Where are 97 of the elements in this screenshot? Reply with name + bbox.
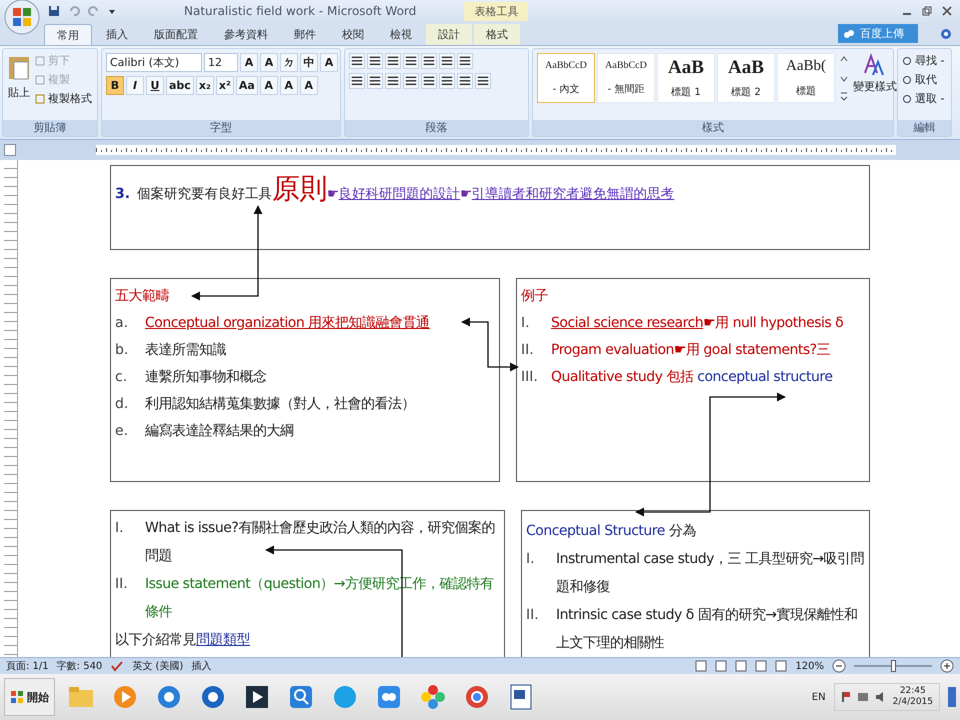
start-button[interactable]: 開始 [4, 678, 55, 716]
paragraph-text: 以下介紹常見問題類型 [115, 631, 250, 650]
style-item[interactable]: AaBbCcD - 內文 [537, 53, 595, 103]
ribbon-tab[interactable]: 郵件 [282, 24, 328, 45]
paragraph-text: 連繫所知事物和概念 [145, 368, 266, 387]
list-marker: I. [526, 550, 536, 569]
paragraph-text: Intrinsic case study δ 固有的研究→實現保離性和上文下理的相關性 [556, 606, 858, 653]
list-marker: 3. [115, 185, 132, 204]
zoom-in-icon[interactable] [940, 659, 954, 673]
editing-button[interactable]: 選取 - [902, 91, 944, 106]
align-left-icon[interactable] [349, 73, 365, 89]
language-indicator[interactable]: EN [812, 692, 826, 702]
ribbon-tab[interactable]: 常用 [44, 24, 92, 45]
justify-icon[interactable] [403, 73, 419, 89]
style-item[interactable]: AaBb( 標題 [777, 53, 835, 103]
ribbon-tab[interactable]: 檢視 [378, 24, 424, 45]
arrow-connector [461, 317, 519, 372]
paragraph-text: What is issue?有關社會歷史政治人類的內容，研究個案的問題 [145, 519, 496, 566]
list-marker: b. [115, 341, 130, 360]
insert-mode[interactable]: 插入 [191, 659, 212, 673]
font-tool-button[interactable]: x² [216, 76, 234, 95]
group-label: 剪貼簿 [3, 120, 97, 136]
font-tool-button[interactable]: abc [166, 76, 194, 95]
word-count: 字數: 540 [56, 660, 102, 673]
font-tool-button[interactable]: x₂ [196, 76, 214, 95]
ribbon-tab[interactable]: 插入 [94, 24, 140, 45]
style-item[interactable]: AaBbCcD - 無間距 [597, 53, 655, 103]
ruler-toggle-icon[interactable] [4, 144, 16, 156]
ribbon-tab[interactable]: 格式 [474, 24, 520, 45]
clipboard-button[interactable]: 複製格式 [35, 91, 92, 106]
font-tool-button[interactable]: A [260, 76, 278, 95]
paragraph-text: Conceptual Structure 分為 [526, 522, 696, 541]
styles-letters-icon[interactable] [863, 53, 887, 77]
paragraph-text: 表達所需知識 [145, 341, 226, 360]
font-tool-button[interactable]: A [240, 53, 258, 72]
list-marker: d. [115, 395, 130, 414]
group-label: 段落 [345, 120, 528, 136]
paragraph-text: Instrumental case study，三 工具型研究→吸引問題和修復 [556, 550, 865, 597]
paste-button[interactable]: 貼上 [7, 53, 31, 100]
list-marker: a. [115, 314, 130, 333]
horizontal-ruler[interactable] [96, 145, 896, 155]
ribbon-tab[interactable]: 版面配置 [142, 24, 210, 45]
ribbon-tab[interactable]: 參考資料 [212, 24, 280, 45]
paragraph-text: 利用認知結構蒐集數據（對人，社會的看法） [145, 395, 415, 414]
font-tool-button[interactable]: A [300, 76, 318, 95]
list-marker: e. [115, 422, 130, 441]
list-marker: c. [115, 368, 128, 387]
clock-date: 2/4/2015 [892, 697, 933, 708]
group-label: 編輯 [898, 120, 951, 136]
paragraph-text: 編寫表達詮釋結果的大綱 [145, 422, 294, 441]
windows-logo-icon[interactable] [10, 690, 24, 704]
font-tool-button[interactable]: U [146, 76, 164, 95]
paragraph-text: Social science research☛用 null hypothesis δ [551, 314, 844, 333]
font-size-field[interactable]: 12 [204, 53, 238, 72]
paragraph-text: 個案研究要有良好工具原則☛良好科研問題的設計☛引導讀者和研究者避免無謂的思考 [137, 178, 674, 205]
context-tab-group: 表格工具 [464, 2, 528, 20]
list-marker: II. [526, 606, 540, 625]
list-marker: I. [115, 519, 125, 538]
font-tool-button[interactable]: Aa [236, 76, 258, 95]
flag-icon[interactable] [840, 691, 851, 703]
spellcheck-icon[interactable] [110, 660, 124, 672]
list-marker: II. [115, 575, 129, 594]
group-label: 字型 [102, 120, 340, 136]
zoom-out-icon[interactable] [832, 659, 846, 673]
style-item[interactable]: AaB 標題 2 [717, 53, 775, 103]
language-indicator[interactable]: 英文 (美國) [132, 659, 184, 673]
box-heading: 五大範疇 [115, 287, 169, 306]
font-tool-button[interactable]: A [320, 53, 338, 72]
style-item[interactable]: AaB 標題 1 [657, 53, 715, 103]
list-marker: I. [521, 314, 531, 333]
font-tool-button[interactable]: ㄉ [280, 53, 298, 72]
list-marker: III. [521, 368, 539, 387]
window-title: Naturalistic field work - Microsoft Word [184, 4, 416, 18]
list-marker: II. [521, 341, 535, 360]
paragraph-text: Progam evaluation☛用 goal statements?三 [551, 341, 830, 360]
box-heading: 例子 [521, 287, 548, 306]
ribbon-tab[interactable]: 設計 [426, 24, 472, 45]
font-tool-button[interactable]: A [260, 53, 278, 72]
group-label: 樣式 [533, 120, 893, 136]
paragraph-text: Conceptual organization 用來把知識融會貫通 [145, 314, 430, 333]
font-tool-button[interactable]: I [126, 76, 144, 95]
font-tool-button[interactable]: 中 [300, 53, 318, 72]
slider-thumb[interactable] [891, 660, 896, 672]
page-count: 頁面: 1/1 [6, 660, 49, 673]
editing-button[interactable]: 取代 [902, 72, 944, 87]
editing-button[interactable]: 尋找 - [902, 53, 944, 68]
restore-icon[interactable] [922, 6, 932, 16]
change-styles-button[interactable]: 變更樣式 [853, 53, 897, 94]
close-icon[interactable] [942, 6, 952, 16]
paragraph-text: Qualitative study 包括 conceptual structure [551, 368, 832, 387]
font-tool-button[interactable]: A [280, 76, 298, 95]
zoom-level[interactable]: 120% [795, 660, 824, 672]
font-name-field[interactable]: Calibri (本文) [106, 53, 202, 72]
font-tool-button[interactable]: B [106, 76, 124, 95]
save-icon[interactable] [48, 5, 60, 17]
ribbon-tab[interactable]: 校閱 [330, 24, 376, 45]
clock-time: 22:45 [900, 686, 926, 697]
